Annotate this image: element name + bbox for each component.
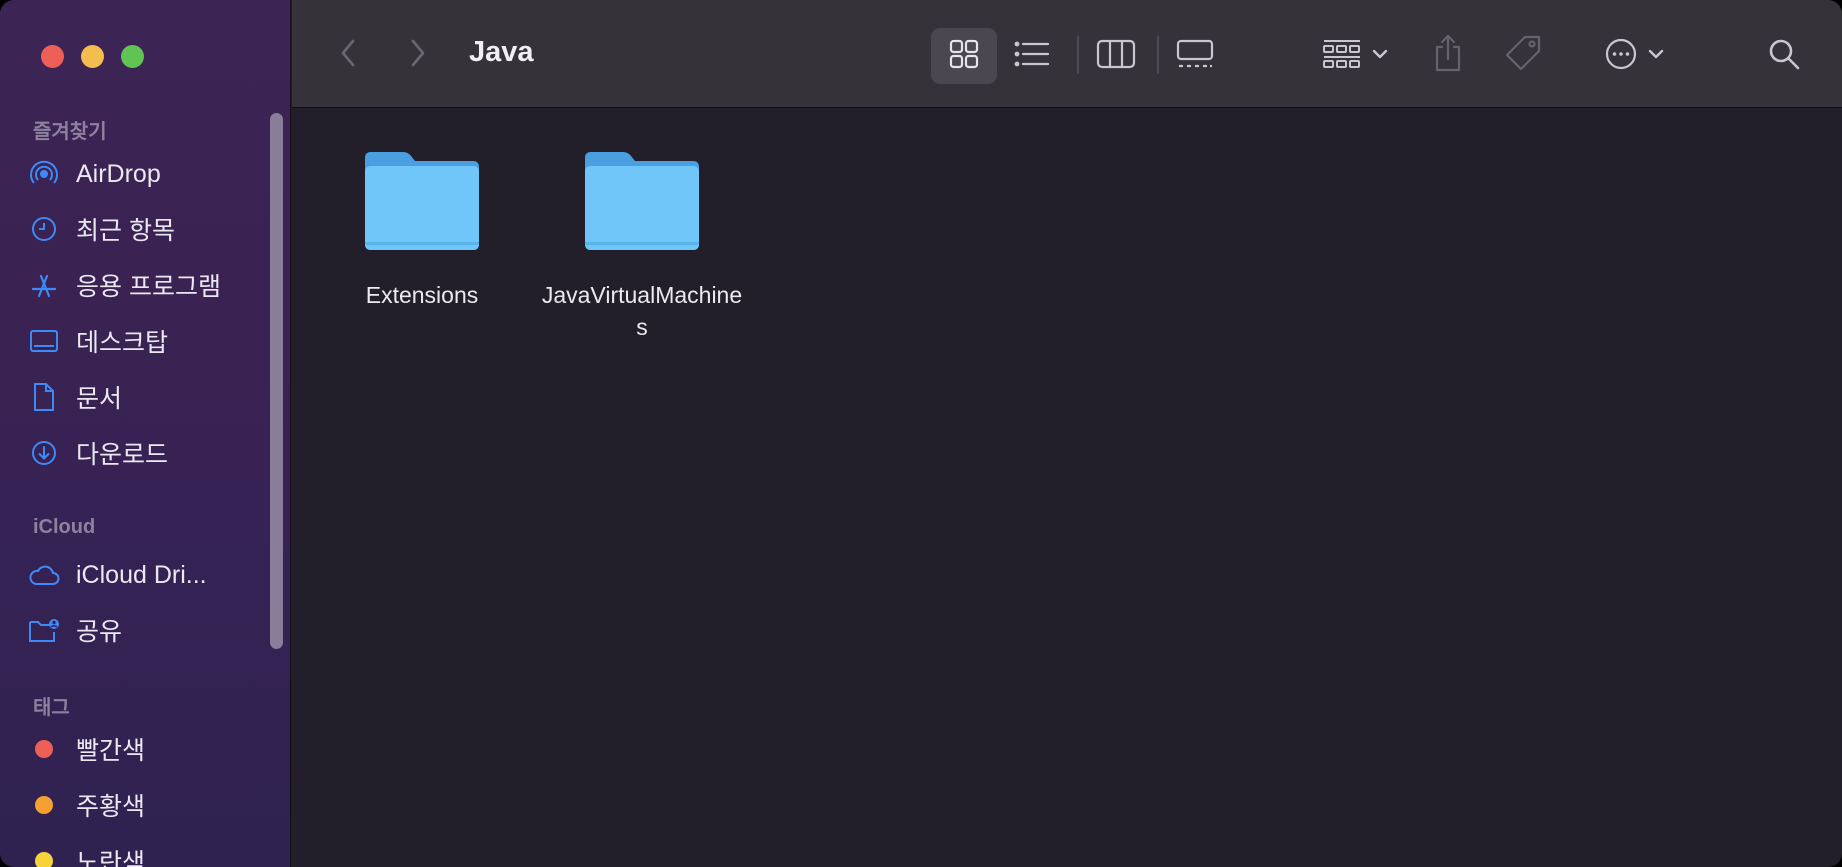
sidebar-item-label: AirDrop [76, 159, 161, 188]
tag-dot-icon [28, 845, 60, 867]
document-icon [28, 381, 60, 413]
back-icon [339, 38, 357, 73]
file-browser-content[interactable]: Extensions JavaVirtualMachines [292, 108, 1842, 867]
more-actions-button[interactable] [1594, 32, 1674, 80]
icloud-section-title: iCloud [33, 516, 96, 538]
folder-icon [361, 150, 483, 257]
cloud-icon [28, 559, 60, 591]
list-view-button[interactable] [1005, 32, 1059, 80]
list-view-icon [1014, 40, 1050, 73]
sidebar: 즐겨찾기 AirDrop 최근 항목 응용 프로그램 데스크탑 문서 다운로드 … [0, 0, 291, 867]
sidebar-item-tag-yellow[interactable]: 노란색 [24, 839, 274, 867]
favorites-section-title: 즐겨찾기 [33, 121, 107, 143]
icon-view-icon [948, 38, 980, 75]
close-window-button[interactable] [41, 45, 64, 68]
sidebar-item-label: 문서 [76, 385, 123, 413]
sidebar-item-label: 빨간색 [76, 737, 146, 765]
tag-button[interactable] [1498, 30, 1548, 80]
sidebar-item-label: 주황색 [76, 793, 146, 821]
gallery-view-icon [1175, 39, 1215, 74]
sidebar-item-label: 다운로드 [76, 441, 169, 469]
folder-item-javavirtualmachines[interactable]: JavaVirtualMachines [537, 150, 747, 343]
sidebar-item-label: 노란색 [76, 849, 146, 867]
sidebar-item-recents[interactable]: 최근 항목 [24, 207, 274, 251]
airdrop-icon [28, 158, 60, 190]
folder-icon [581, 150, 703, 257]
share-button[interactable] [1426, 30, 1470, 80]
applications-icon [28, 269, 60, 301]
sidebar-item-label: 공유 [76, 618, 123, 646]
group-icon [1322, 38, 1362, 75]
back-button[interactable] [332, 36, 364, 74]
icon-view-button[interactable] [931, 28, 997, 84]
sidebar-item-icloud-drive[interactable]: iCloud Dri... [24, 553, 274, 597]
folder-item-extensions[interactable]: Extensions [317, 150, 527, 311]
clock-icon [28, 213, 60, 245]
maximize-window-button[interactable] [121, 45, 144, 68]
download-icon [28, 437, 60, 469]
chevron-down-icon [1648, 47, 1664, 65]
sidebar-item-shared[interactable]: 공유 [24, 608, 274, 652]
column-view-button[interactable] [1089, 32, 1143, 80]
sidebar-item-tag-red[interactable]: 빨간색 [24, 727, 274, 771]
more-icon [1604, 37, 1638, 76]
group-by-button[interactable] [1317, 32, 1393, 80]
sidebar-item-tag-orange[interactable]: 주황색 [24, 783, 274, 827]
gallery-view-button[interactable] [1168, 32, 1222, 80]
sidebar-item-applications[interactable]: 응용 프로그램 [24, 263, 274, 307]
toolbar-separator [1157, 36, 1159, 74]
search-button[interactable] [1762, 34, 1806, 78]
window-title: Java [469, 36, 534, 68]
share-icon [1432, 33, 1464, 78]
forward-button[interactable] [402, 36, 434, 74]
tag-dot-icon [28, 733, 60, 765]
sidebar-item-documents[interactable]: 문서 [24, 375, 274, 419]
file-name: JavaVirtualMachines [541, 282, 743, 340]
desktop-icon [28, 325, 60, 357]
shared-folder-icon [28, 614, 60, 646]
sidebar-item-desktop[interactable]: 데스크탑 [24, 319, 274, 363]
toolbar: Java [292, 0, 1842, 108]
search-icon [1767, 37, 1801, 76]
sidebar-item-label: 응용 프로그램 [76, 273, 221, 301]
file-name: Extensions [365, 282, 479, 308]
sidebar-item-label: iCloud Dri... [76, 560, 207, 589]
sidebar-item-downloads[interactable]: 다운로드 [24, 431, 274, 475]
minimize-window-button[interactable] [81, 45, 104, 68]
tags-section-title: 태그 [33, 697, 70, 719]
tag-dot-icon [28, 789, 60, 821]
tag-icon [1503, 33, 1543, 78]
sidebar-scrollbar[interactable] [270, 113, 283, 649]
sidebar-item-label: 최근 항목 [76, 217, 175, 245]
toolbar-separator [1077, 36, 1079, 74]
finder-window: 즐겨찾기 AirDrop 최근 항목 응용 프로그램 데스크탑 문서 다운로드 … [0, 0, 1842, 867]
sidebar-item-label: 데스크탑 [76, 329, 169, 357]
sidebar-item-airdrop[interactable]: AirDrop [24, 152, 274, 196]
forward-icon [409, 38, 427, 73]
chevron-down-icon [1372, 47, 1388, 65]
column-view-icon [1096, 39, 1136, 74]
